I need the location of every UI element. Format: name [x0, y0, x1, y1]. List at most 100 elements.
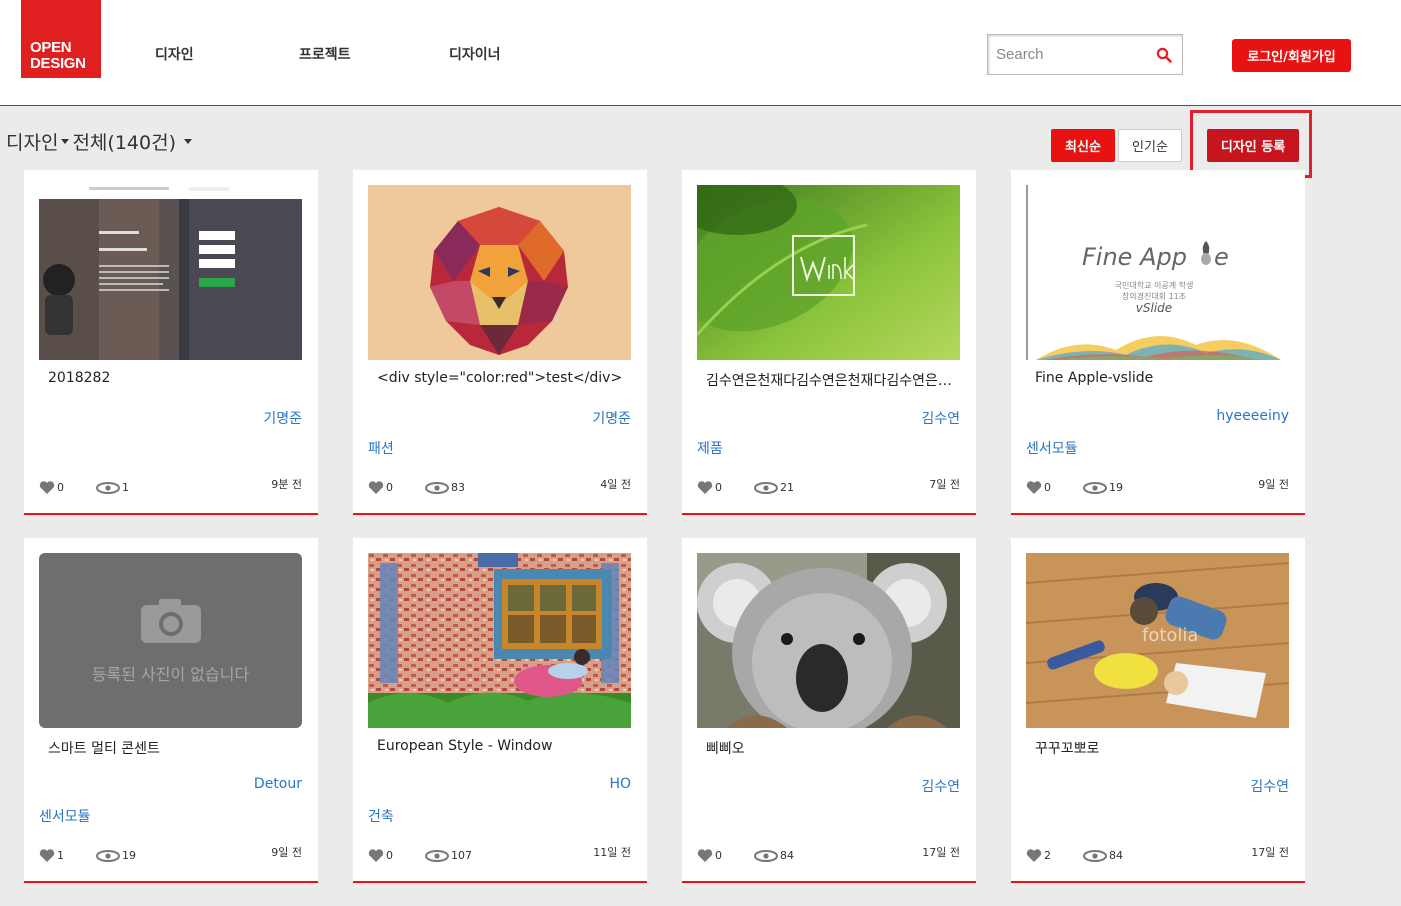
card-category[interactable]: 제품 — [697, 438, 723, 458]
slide-title-end: e — [1214, 243, 1229, 271]
header: OPEN DESIGN 디자인 프로젝트 디자이너 로그인/회원가입 — [0, 0, 1401, 106]
view-value: 83 — [451, 481, 465, 494]
camera-icon — [141, 599, 201, 643]
card-time: 11일 전 — [593, 846, 631, 859]
card-thumbnail[interactable]: fotolia — [1026, 553, 1289, 728]
breadcrumb-section: 디자인 — [6, 132, 59, 154]
view-count: 19 — [1083, 481, 1123, 494]
design-card[interactable]: 김수연은천재다김수연은천재다김수연은천재다 김수연 제품 0 21 7일 전 — [682, 170, 976, 515]
card-author[interactable]: Detour — [254, 776, 302, 792]
watermark-text: fotolia — [1142, 625, 1198, 646]
slide-sub3: vSlide — [1136, 301, 1172, 315]
like-count[interactable]: 0 — [697, 481, 722, 494]
card-author[interactable]: 김수연 — [1250, 776, 1289, 796]
card-author[interactable]: 기명준 — [592, 408, 631, 428]
breadcrumb[interactable]: 디자인 전체(140건) — [6, 128, 195, 155]
heart-icon — [1026, 849, 1042, 862]
view-count: 107 — [425, 849, 472, 862]
logo-line2: DESIGN — [30, 55, 86, 72]
card-title[interactable]: 꾸꾸꼬뽀로 — [1035, 738, 1285, 758]
card-thumbnail-placeholder[interactable]: 등록된 사진이 없습니다 — [39, 553, 302, 728]
register-design-button[interactable]: 디자인 등록 — [1207, 129, 1299, 162]
view-value: 1 — [122, 481, 129, 494]
heart-icon — [697, 849, 713, 862]
nav-design[interactable]: 디자인 — [155, 44, 194, 64]
heart-icon — [39, 481, 55, 494]
like-count[interactable]: 2 — [1026, 849, 1051, 862]
view-value: 19 — [122, 849, 136, 862]
card-author[interactable]: 기명준 — [263, 408, 302, 428]
search-input[interactable] — [988, 35, 1148, 74]
card-time: 17일 전 — [1251, 846, 1289, 859]
design-card[interactable]: 삐삐오 김수연 0 84 17일 전 — [682, 538, 976, 883]
like-count[interactable]: 1 — [39, 849, 64, 862]
sort-newest-button[interactable]: 최신순 — [1051, 129, 1115, 162]
card-title[interactable]: 삐삐오 — [706, 738, 956, 758]
like-value: 0 — [386, 481, 393, 494]
heart-icon — [1026, 481, 1042, 494]
heart-icon — [697, 481, 713, 494]
card-time: 9일 전 — [1258, 478, 1289, 491]
card-title[interactable]: 김수연은천재다김수연은천재다김수연은천재다 — [706, 370, 956, 390]
card-thumbnail[interactable] — [697, 553, 960, 728]
heart-icon — [368, 849, 384, 862]
search-icon[interactable] — [1156, 47, 1172, 63]
like-value: 1 — [57, 849, 64, 862]
slide-sub2: 창의경진대회 11조 — [1122, 291, 1186, 301]
design-card[interactable]: fotolia 꾸꾸꼬뽀로 김수연 2 84 17일 전 — [1011, 538, 1305, 883]
eye-icon — [96, 481, 120, 494]
card-author[interactable]: hyeeeeiny — [1216, 408, 1289, 424]
card-time: 7일 전 — [929, 478, 960, 491]
card-category[interactable]: 건축 — [368, 806, 394, 826]
card-title[interactable]: Fine Apple-vslide — [1035, 370, 1285, 386]
eye-icon — [754, 481, 778, 494]
view-count: 83 — [425, 481, 465, 494]
card-thumbnail[interactable] — [368, 553, 631, 728]
like-count[interactable]: 0 — [368, 849, 393, 862]
view-count: 19 — [96, 849, 136, 862]
eye-icon — [96, 849, 120, 862]
like-count[interactable]: 0 — [697, 849, 722, 862]
card-category[interactable]: 센서모듈 — [39, 806, 91, 826]
like-value: 0 — [715, 849, 722, 862]
chevron-down-icon[interactable] — [183, 139, 192, 144]
like-count[interactable]: 0 — [39, 481, 64, 494]
view-value: 84 — [1109, 849, 1123, 862]
search-box — [987, 34, 1183, 75]
slide-sub1: 국민대학교 이공계 학생 — [1115, 280, 1194, 290]
view-count: 1 — [96, 481, 129, 494]
card-title[interactable]: European Style - Window — [377, 738, 627, 754]
sort-popular-button[interactable]: 인기순 — [1118, 129, 1182, 162]
nav-designer[interactable]: 디자이너 — [449, 44, 501, 64]
card-author[interactable]: HO — [609, 776, 631, 792]
design-card[interactable]: 2018282 기명준 0 1 9분 전 — [24, 170, 318, 515]
login-signup-button[interactable]: 로그인/회원가입 — [1232, 39, 1351, 72]
card-title[interactable]: 스마트 멀티 콘센트 — [48, 738, 298, 758]
design-card[interactable]: European Style - Window HO 건축 0 107 11일 … — [353, 538, 647, 883]
card-thumbnail[interactable] — [368, 185, 631, 360]
like-value: 2 — [1044, 849, 1051, 862]
logo[interactable]: OPEN DESIGN — [21, 0, 101, 78]
design-card[interactable]: <div style="color:red">test</div> 기명준 패션… — [353, 170, 647, 515]
card-title[interactable]: 2018282 — [48, 370, 298, 386]
nav-project[interactable]: 프로젝트 — [299, 44, 351, 64]
card-thumbnail[interactable]: Fine App e 국민대학교 이공계 학생 창의경진대회 11조 vSlid… — [1026, 185, 1289, 360]
card-category[interactable]: 패션 — [368, 438, 394, 458]
like-count[interactable]: 0 — [368, 481, 393, 494]
card-time: 17일 전 — [922, 846, 960, 859]
view-count: 84 — [754, 849, 794, 862]
design-card[interactable]: Fine App e 국민대학교 이공계 학생 창의경진대회 11조 vSlid… — [1011, 170, 1305, 515]
view-count: 84 — [1083, 849, 1123, 862]
like-count[interactable]: 0 — [1026, 481, 1051, 494]
card-time: 9분 전 — [271, 478, 302, 491]
card-category[interactable]: 센서모듈 — [1026, 438, 1078, 458]
card-time: 9일 전 — [271, 846, 302, 859]
card-author[interactable]: 김수연 — [921, 408, 960, 428]
eye-icon — [754, 849, 778, 862]
design-card[interactable]: 등록된 사진이 없습니다 스마트 멀티 콘센트 Detour 센서모듈 1 19… — [24, 538, 318, 883]
card-author[interactable]: 김수연 — [921, 776, 960, 796]
card-thumbnail[interactable] — [39, 185, 302, 360]
card-title[interactable]: <div style="color:red">test</div> — [377, 370, 627, 386]
slide-title: Fine App — [1082, 243, 1187, 271]
card-thumbnail[interactable] — [697, 185, 960, 360]
